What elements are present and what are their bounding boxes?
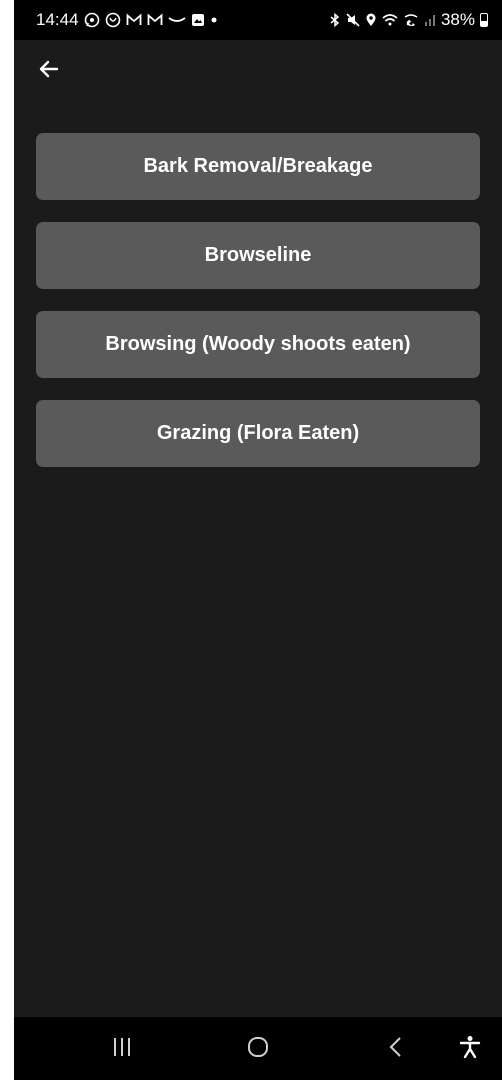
option-grazing-button[interactable]: Grazing (Flora Eaten) [36,400,480,467]
location-icon [365,13,377,27]
accessibility-button[interactable] [450,1031,490,1067]
status-bar: 14:44 38% [14,0,502,40]
signal-icon [424,13,436,27]
wifi-icon [382,13,398,27]
system-back-button[interactable] [376,1031,416,1067]
option-list: Bark Removal/Breakage Browseline Browsin… [36,133,480,489]
app-bar [14,40,502,110]
home-icon [246,1035,270,1064]
home-button[interactable] [238,1031,278,1067]
virgin-icon [105,12,121,28]
dot-icon [210,16,218,24]
arrow-left-icon [37,57,61,86]
option-browseline-button[interactable]: Browseline [36,222,480,289]
status-right: 38% [329,10,488,30]
mute-icon [346,13,360,27]
option-browsing-button[interactable]: Browsing (Woody shoots eaten) [36,311,480,378]
navigation-bar [14,1017,502,1080]
gallery-icon [191,13,205,27]
back-icon [386,1035,406,1064]
gmail-icon [147,13,163,27]
bluetooth-icon [329,13,341,27]
left-edge-strip [0,0,14,1080]
recent-apps-icon [110,1036,134,1063]
battery-icon [480,13,488,27]
battery-percent: 38% [440,10,475,29]
wifi-calling-icon [403,13,419,27]
status-left: 14:44 [36,10,218,30]
status-time: 14:44 [36,10,79,29]
option-bark-removal-button[interactable]: Bark Removal/Breakage [36,133,480,200]
accessibility-icon [459,1035,481,1064]
app-screen: 14:44 38% Bark Removal/Breakage Browseli… [14,0,502,1080]
back-button[interactable] [34,56,64,86]
amazon-icon [168,15,186,25]
whatsapp-icon [84,12,100,28]
gmail-icon [126,13,142,27]
recent-apps-button[interactable] [102,1031,142,1067]
